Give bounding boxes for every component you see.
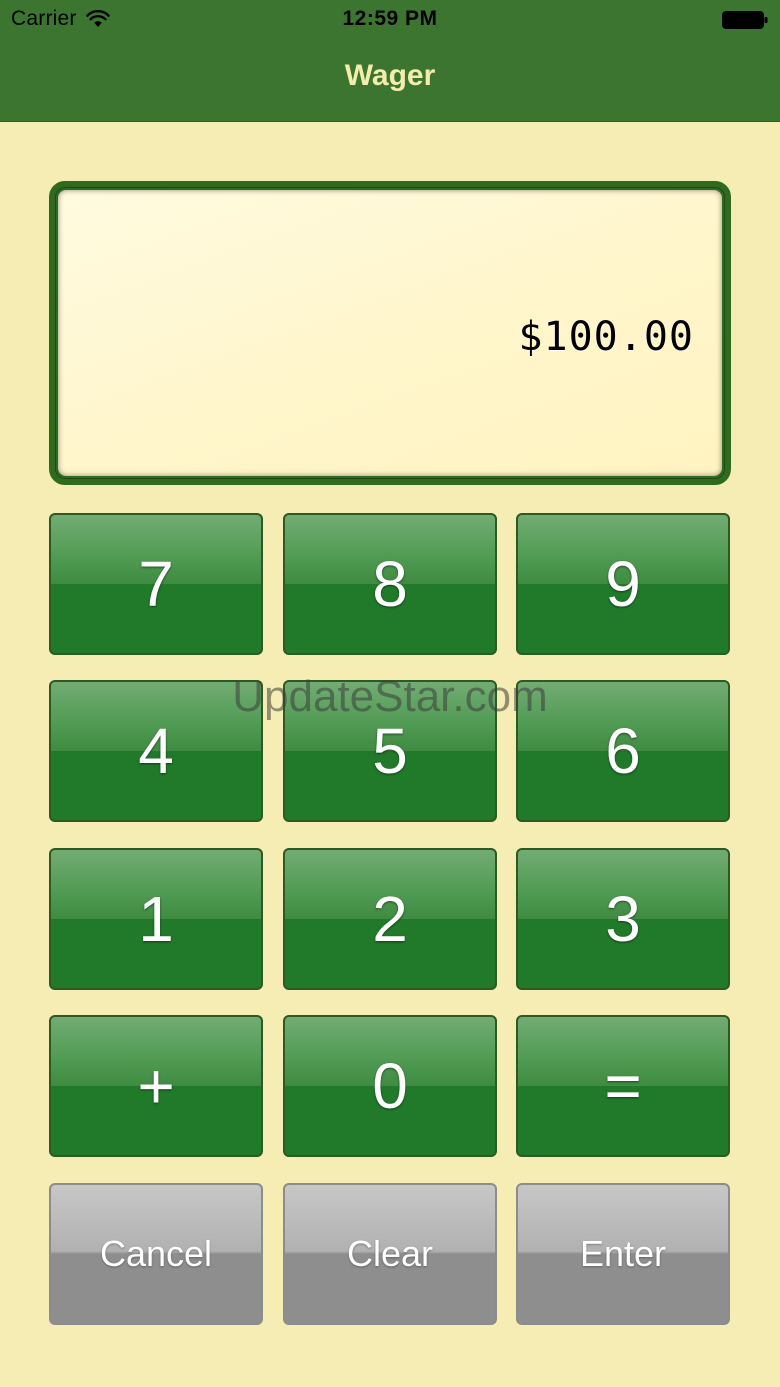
clear-button-label: Clear [346,1233,434,1274]
status-clock: 12:59 PM [342,7,438,30]
key-label: 5 [372,715,408,787]
key-label: + [137,1050,175,1122]
battery-icon [722,11,768,29]
key-equals[interactable]: = [516,1015,730,1157]
wager-display: $100.00 [49,181,731,485]
key-7[interactable]: 7 [49,513,263,655]
wager-amount: $100.00 [518,314,694,360]
status-bar: Carrier 12:59 PM [0,0,780,40]
key-label: 7 [138,548,174,620]
cancel-button-label: Cancel [99,1233,213,1274]
key-label: 8 [372,548,408,620]
key-2[interactable]: 2 [283,848,497,990]
key-label: 6 [605,715,641,787]
key-8[interactable]: 8 [283,513,497,655]
key-label: 4 [138,715,174,787]
key-9[interactable]: 9 [516,513,730,655]
key-label: 0 [372,1050,408,1122]
key-plus[interactable]: + [49,1015,263,1157]
page-title: Wager [344,59,436,92]
clear-button[interactable]: Clear [283,1183,497,1325]
key-5[interactable]: 5 [283,680,497,822]
key-label: 2 [372,883,408,955]
key-label: 9 [605,548,641,620]
key-1[interactable]: 1 [49,848,263,990]
enter-button[interactable]: Enter [516,1183,730,1325]
enter-button-label: Enter [579,1233,667,1274]
display-screen: $100.00 [58,190,722,476]
key-3[interactable]: 3 [516,848,730,990]
key-label: 1 [138,883,174,955]
key-0[interactable]: 0 [283,1015,497,1157]
navigation-bar: Carrier 12:59 PM Wager [0,0,780,122]
key-label: = [604,1050,642,1122]
key-6[interactable]: 6 [516,680,730,822]
cancel-button[interactable]: Cancel [49,1183,263,1325]
key-4[interactable]: 4 [49,680,263,822]
key-label: 3 [605,883,641,955]
